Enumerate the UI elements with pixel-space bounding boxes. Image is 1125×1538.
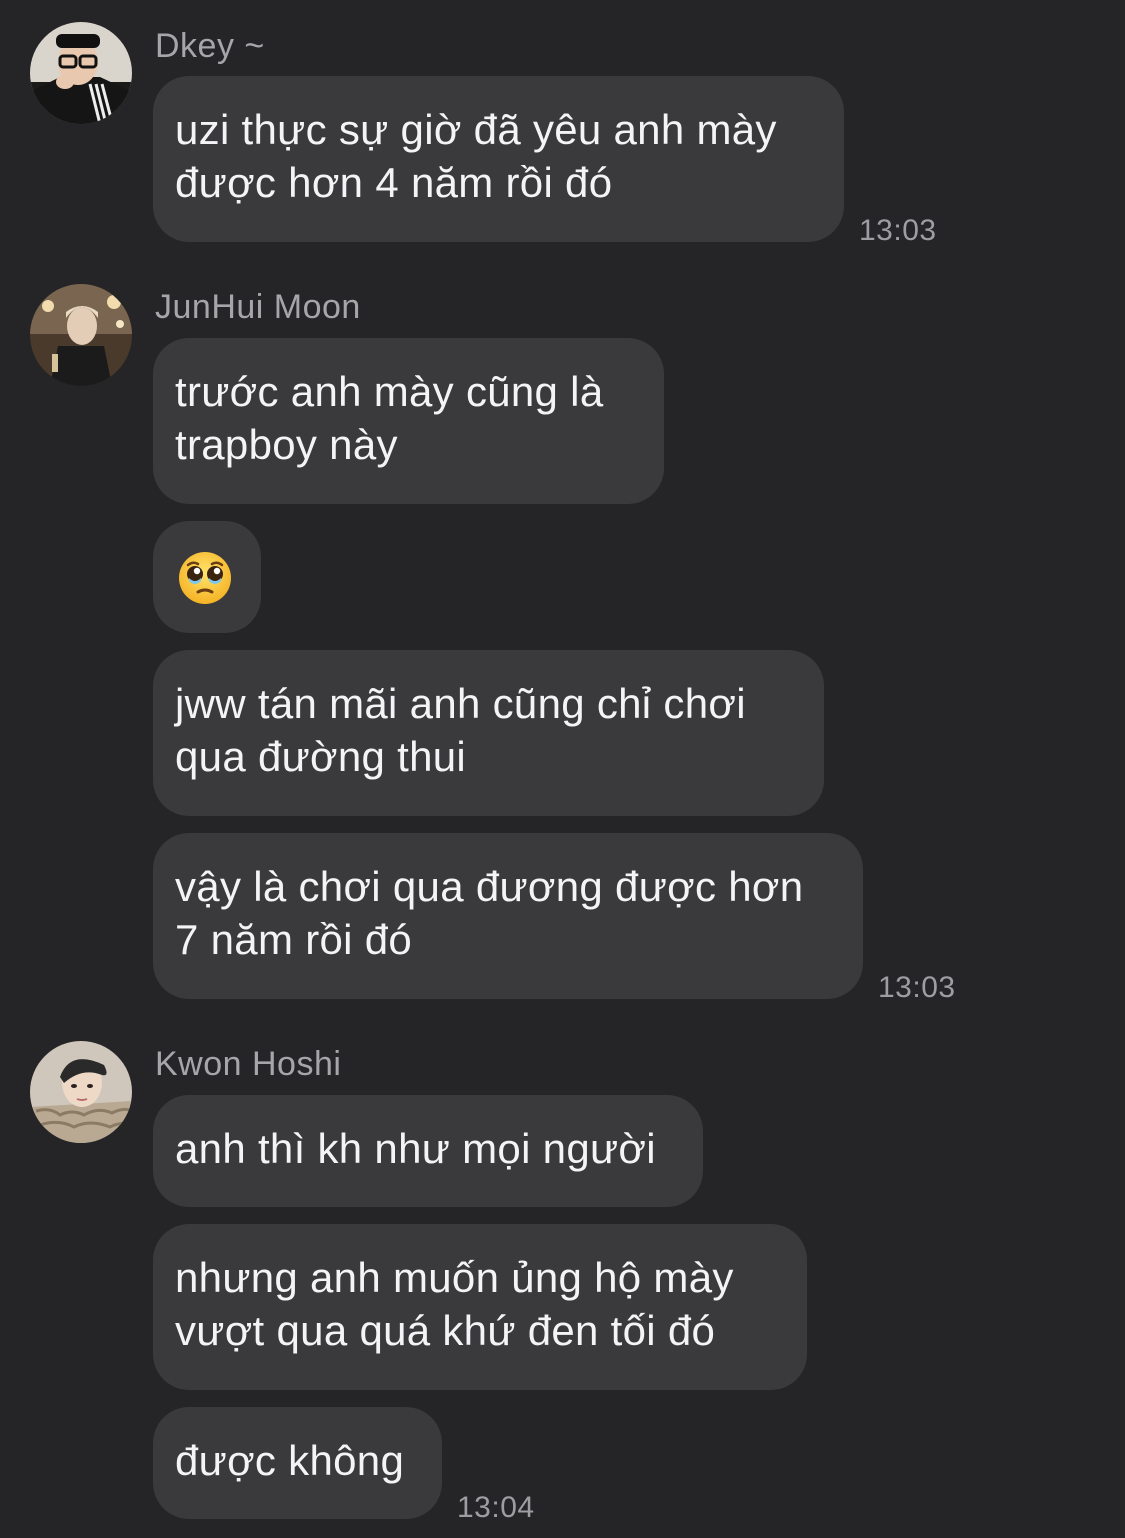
message-line: được hơn 4 năm rồi đó (175, 159, 613, 206)
pleading-face-icon (179, 552, 231, 604)
avatar[interactable] (30, 1041, 132, 1143)
message-bubble[interactable]: trước anh mày cũng là trapboy này (153, 338, 664, 504)
message-bubble[interactable]: jww tán mãi anh cũng chỉ chơi qua đường … (153, 650, 824, 816)
message-bubble[interactable]: uzi thực sự giờ đã yêu anh mày được hơn … (153, 76, 844, 242)
message-line: trapboy này (175, 421, 398, 468)
message-line: qua đường thui (175, 733, 467, 780)
sender-name: Dkey ~ (155, 27, 265, 65)
message-line: 7 năm rồi đó (175, 916, 413, 963)
avatar[interactable] (30, 284, 132, 386)
message-timestamp: 13:03 (878, 971, 956, 1004)
message-line: được không (175, 1437, 405, 1484)
avatar-dkey-icon (30, 22, 132, 124)
message-line: vậy là chơi qua đương được hơn (175, 863, 804, 910)
message-line: jww tán mãi anh cũng chỉ chơi (175, 680, 746, 727)
message-timestamp: 13:03 (859, 214, 937, 247)
message-bubble[interactable]: vậy là chơi qua đương được hơn 7 năm rồi… (153, 833, 863, 999)
sender-name: Kwon Hoshi (155, 1045, 342, 1083)
message-line: anh thì kh như mọi người (175, 1125, 656, 1172)
message-line: uzi thực sự giờ đã yêu anh mày (175, 106, 777, 153)
message-timestamp: 13:04 (457, 1491, 535, 1524)
message-bubble[interactable]: được không (153, 1407, 442, 1519)
message-bubble[interactable]: anh thì kh như mọi người (153, 1095, 703, 1207)
message-line: vượt qua quá khứ đen tối đó (175, 1307, 716, 1354)
avatar-junhui-icon (30, 284, 132, 386)
message-line: trước anh mày cũng là (175, 368, 604, 415)
message-bubble[interactable] (153, 521, 261, 633)
message-line: nhưng anh muốn ủng hộ mày (175, 1254, 734, 1301)
avatar-hoshi-icon (30, 1041, 132, 1143)
sender-name: JunHui Moon (155, 288, 361, 326)
message-bubble[interactable]: nhưng anh muốn ủng hộ mày vượt qua quá k… (153, 1224, 807, 1390)
avatar[interactable] (30, 22, 132, 124)
